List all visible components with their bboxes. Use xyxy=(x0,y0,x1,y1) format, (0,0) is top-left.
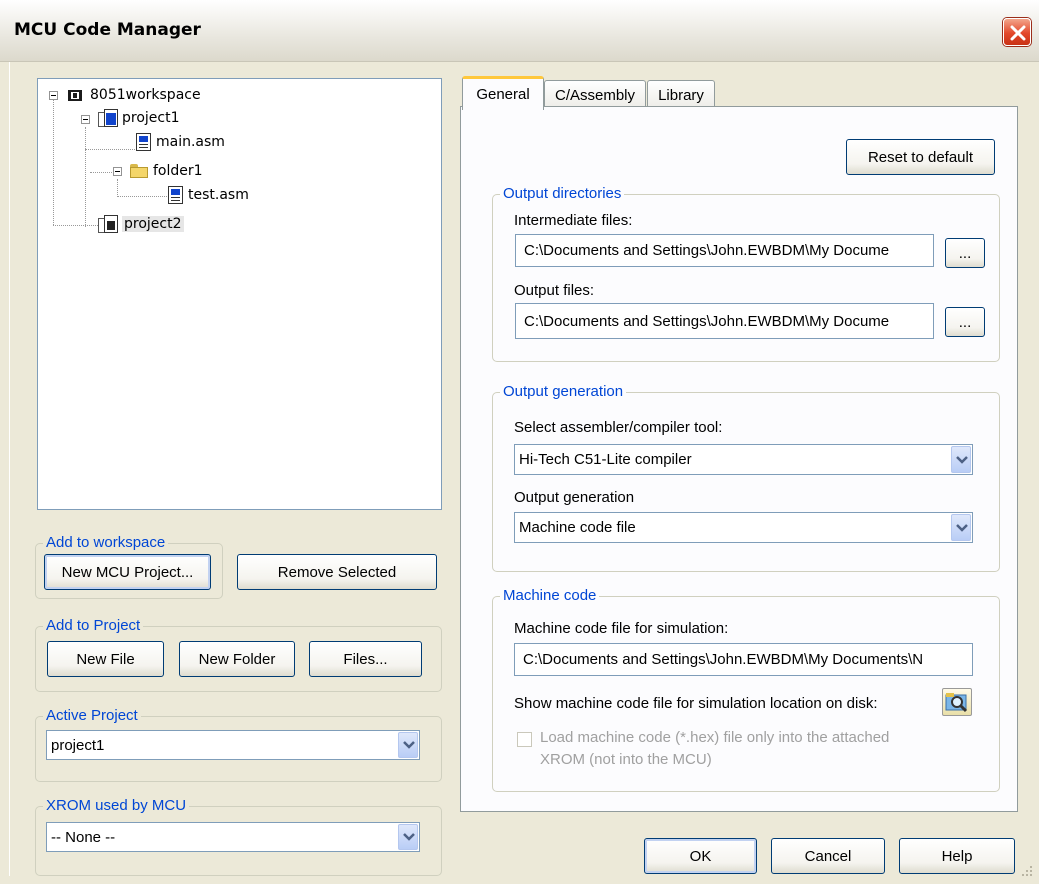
tree-line xyxy=(53,99,54,225)
machine-code-file-input[interactable]: C:\Documents and Settings\John.EWBDM\My … xyxy=(514,643,973,676)
tree-item-project1[interactable]: project1 xyxy=(98,107,180,129)
workspace-icon xyxy=(68,89,82,101)
new-folder-button[interactable]: New Folder xyxy=(179,641,295,677)
collapse-icon[interactable] xyxy=(49,91,58,100)
machine-code-file-label: Machine code file for simulation: xyxy=(514,620,729,637)
close-button[interactable] xyxy=(1003,18,1031,46)
tree-line xyxy=(53,225,98,226)
group-legend: Add to workspace xyxy=(43,534,169,552)
output-generation-label: Output generation xyxy=(514,489,635,506)
tree-item-test-asm[interactable]: test.asm xyxy=(168,184,249,206)
workspace-tree[interactable]: 8051workspace project1 main.asm folder1 xyxy=(37,78,442,510)
tree-item-main-asm[interactable]: main.asm xyxy=(136,131,225,153)
tree-item-workspace[interactable]: 8051workspace xyxy=(68,84,201,106)
tree-line xyxy=(117,196,167,197)
select-value: Machine code file xyxy=(519,519,636,536)
compiler-tool-select[interactable]: Hi-Tech C51-Lite compiler xyxy=(514,444,973,475)
tree-line xyxy=(90,172,112,173)
group-legend: XROM used by MCU xyxy=(43,797,190,815)
group-legend: Machine code xyxy=(500,587,600,605)
help-button[interactable]: Help xyxy=(899,838,1015,874)
collapse-icon[interactable] xyxy=(113,167,122,176)
tree-item-label: test.asm xyxy=(188,187,249,203)
output-files-input[interactable]: C:\Documents and Settings\John.EWBDM\My … xyxy=(515,303,934,339)
project-icon xyxy=(98,215,118,233)
tree-line xyxy=(117,179,118,197)
browse-output-button[interactable]: ... xyxy=(945,307,985,337)
show-location-label: Show machine code file for simulation lo… xyxy=(514,695,878,712)
xrom-select[interactable]: -- None -- xyxy=(46,822,420,852)
group-legend: Output directories xyxy=(500,185,625,203)
files-button[interactable]: Files... xyxy=(309,641,422,677)
tree-item-label: main.asm xyxy=(156,134,225,150)
resize-grip-icon[interactable] xyxy=(1018,862,1034,878)
tree-line xyxy=(85,149,135,150)
tree-item-label: 8051workspace xyxy=(90,87,201,103)
collapse-icon[interactable] xyxy=(81,115,90,124)
reset-to-default-button[interactable]: Reset to default xyxy=(846,139,995,175)
select-value: project1 xyxy=(51,736,105,754)
load-xrom-label-line1: Load machine code (*.hex) file only into… xyxy=(540,729,890,746)
compiler-tool-label: Select assembler/compiler tool: xyxy=(514,419,723,436)
intermediate-files-label: Intermediate files: xyxy=(514,212,633,229)
dropdown-arrow-icon[interactable] xyxy=(398,732,418,758)
window-title: MCU Code Manager xyxy=(14,20,201,40)
ok-button[interactable]: OK xyxy=(644,838,757,874)
project-icon xyxy=(98,109,118,127)
group-legend: Active Project xyxy=(43,707,141,725)
output-generation-select[interactable]: Machine code file xyxy=(514,512,973,543)
tree-item-folder1[interactable]: folder1 xyxy=(130,160,203,182)
asm-file-icon xyxy=(136,133,151,151)
new-file-button[interactable]: New File xyxy=(47,641,164,677)
select-value: Hi-Tech C51-Lite compiler xyxy=(519,451,692,468)
show-location-button[interactable] xyxy=(942,688,972,716)
tree-item-label: project2 xyxy=(122,216,184,232)
cancel-button[interactable]: Cancel xyxy=(771,838,885,874)
folder-icon xyxy=(130,164,148,178)
load-xrom-label-line2: XROM (not into the MCU) xyxy=(540,751,712,768)
dropdown-arrow-icon[interactable] xyxy=(951,514,971,541)
tree-item-label: folder1 xyxy=(153,163,203,179)
dropdown-arrow-icon[interactable] xyxy=(951,446,971,473)
group-legend: Output generation xyxy=(500,383,627,401)
group-legend: Add to Project xyxy=(43,617,144,635)
intermediate-files-input[interactable]: C:\Documents and Settings\John.EWBDM\My … xyxy=(515,234,934,267)
new-mcu-project-button[interactable]: New MCU Project... xyxy=(44,554,211,590)
select-value: -- None -- xyxy=(51,828,116,846)
browse-intermediate-button[interactable]: ... xyxy=(945,238,985,268)
dropdown-arrow-icon[interactable] xyxy=(398,824,418,850)
tab-general[interactable]: General xyxy=(462,76,544,110)
asm-file-icon xyxy=(168,186,183,204)
load-xrom-checkbox[interactable] xyxy=(517,732,532,747)
active-project-select[interactable]: project1 xyxy=(46,730,420,760)
folder-search-icon xyxy=(945,693,968,713)
tree-item-label: project1 xyxy=(122,110,180,126)
tree-line xyxy=(85,127,86,227)
output-files-label: Output files: xyxy=(514,282,595,299)
remove-selected-button[interactable]: Remove Selected xyxy=(237,554,437,590)
tree-item-project2[interactable]: project2 xyxy=(98,213,184,235)
close-icon xyxy=(1010,25,1026,41)
